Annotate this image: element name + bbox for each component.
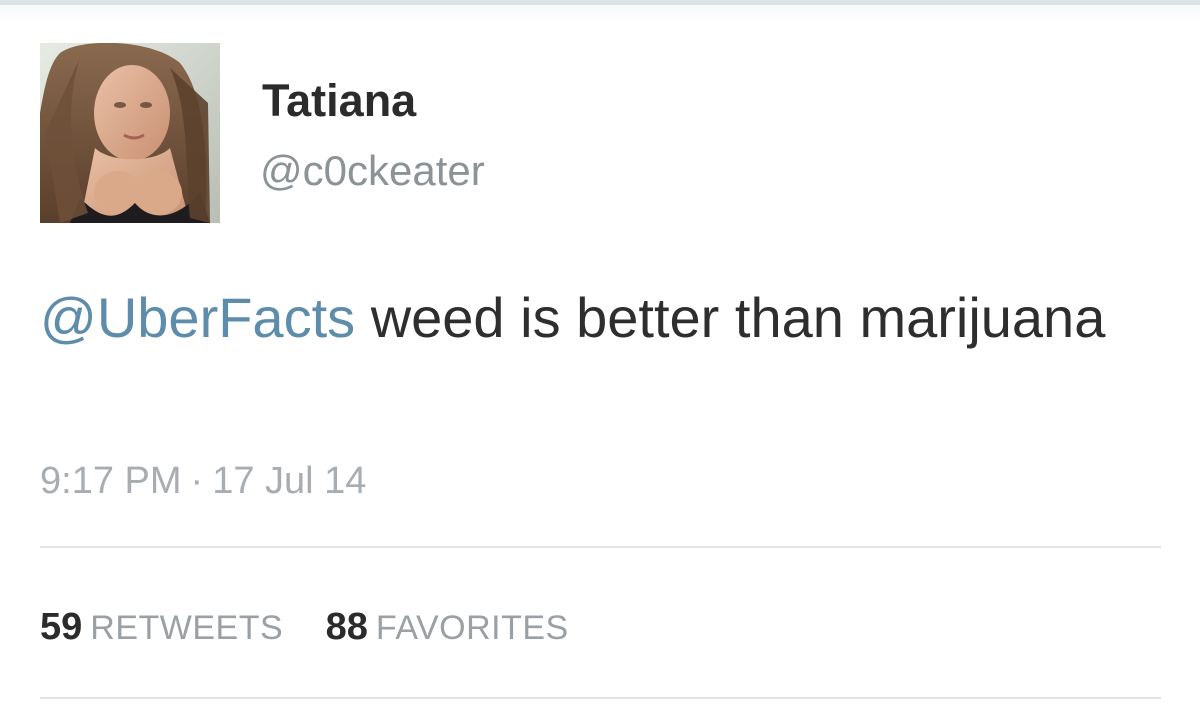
retweets-count: 59 (40, 606, 83, 648)
timestamp-separator: · (190, 460, 204, 502)
mention-link[interactable]: @UberFacts (40, 286, 355, 349)
divider (40, 697, 1161, 699)
tweet-stats: 59 RETWEETS 88 FAVORITES (40, 608, 607, 646)
tweet-body: weed is better than marijuana (355, 286, 1106, 349)
timestamp[interactable]: 9:17 PM · 17 Jul 14 (40, 462, 366, 500)
top-shade (0, 5, 1200, 23)
display-name[interactable]: Tatiana (262, 78, 416, 123)
avatar[interactable] (40, 43, 220, 223)
tweet-text: @UberFacts weed is better than marijuana (40, 276, 1150, 360)
favorites-count: 88 (325, 606, 368, 648)
retweets-stat[interactable]: 59 RETWEETS (40, 608, 283, 646)
retweets-label: RETWEETS (90, 609, 284, 647)
divider (40, 546, 1161, 548)
tweet-date: 17 Jul 14 (212, 460, 367, 502)
favorites-stat[interactable]: 88 FAVORITES (326, 608, 569, 646)
user-handle[interactable]: @c0ckeater (260, 150, 485, 192)
tweet-time: 9:17 PM (40, 460, 182, 502)
favorites-label: FAVORITES (375, 609, 569, 647)
profile-photo-icon (40, 43, 220, 223)
